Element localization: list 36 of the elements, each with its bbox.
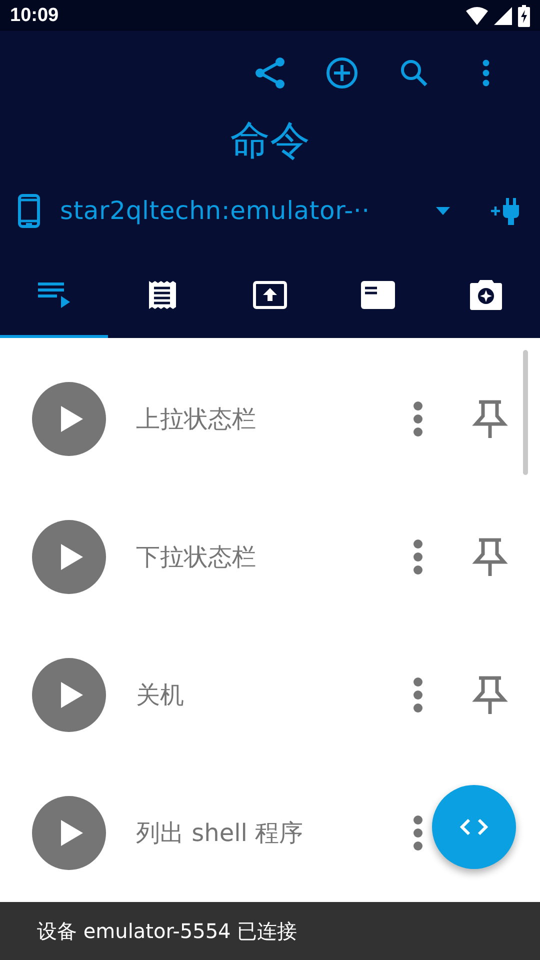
dropdown-caret-icon[interactable] (436, 206, 450, 215)
card-icon (361, 280, 395, 309)
play-button[interactable] (32, 796, 106, 870)
add-icon[interactable] (326, 56, 358, 89)
signal-icon (494, 6, 512, 25)
share-icon[interactable] (255, 56, 285, 89)
receipt-icon (148, 280, 176, 310)
camera-icon (470, 280, 502, 310)
upload-screen-icon (253, 280, 287, 309)
phone-icon (18, 194, 40, 228)
more-icon[interactable] (412, 539, 424, 576)
wifi-icon (466, 6, 488, 25)
code-fab-button[interactable] (432, 785, 516, 869)
search-icon[interactable] (400, 58, 428, 87)
add-plug-icon[interactable] (490, 196, 522, 226)
command-name[interactable]: 列出 shell 程序 (136, 817, 412, 850)
screen-title: 命令 (230, 116, 310, 166)
more-icon[interactable] (482, 58, 490, 87)
code-icon (460, 819, 488, 835)
pin-icon[interactable] (472, 399, 508, 440)
pin-icon[interactable] (472, 675, 508, 716)
snackbar-message: 设备 emulator-5554 已连接 (37, 918, 298, 945)
more-icon[interactable] (412, 677, 424, 714)
battery-icon (518, 4, 530, 27)
command-name[interactable]: 关机 (136, 679, 412, 712)
queue-play-icon (37, 280, 71, 309)
pin-icon[interactable] (472, 537, 508, 578)
status-time: 10:09 (10, 4, 59, 27)
play-button[interactable] (32, 520, 106, 594)
more-icon[interactable] (412, 401, 424, 438)
more-icon[interactable] (412, 815, 424, 852)
play-button[interactable] (32, 382, 106, 456)
play-button[interactable] (32, 658, 106, 732)
command-name[interactable]: 上拉状态栏 (136, 403, 412, 436)
command-name[interactable]: 下拉状态栏 (136, 541, 412, 574)
device-selector[interactable]: star2qltechn:emulator-·· (60, 196, 370, 226)
